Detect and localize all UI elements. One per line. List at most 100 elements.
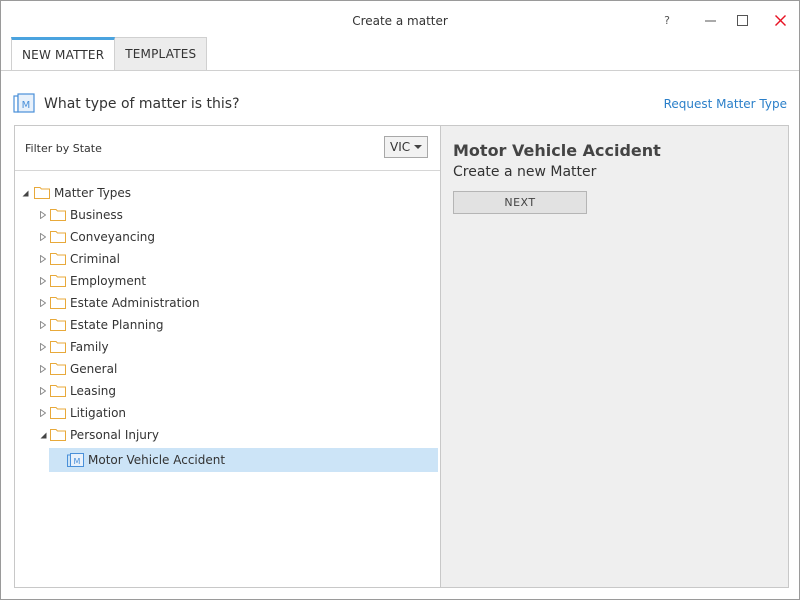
detail-title: Motor Vehicle Accident — [453, 141, 661, 160]
collapsed-arrow-icon — [40, 365, 46, 373]
tree-expander[interactable] — [39, 409, 47, 417]
detail-subtitle: Create a new Matter — [453, 164, 597, 180]
tree-item-label: General — [70, 362, 118, 376]
tree-item[interactable]: Estate Planning — [15, 314, 440, 336]
tree-expander[interactable] — [39, 211, 47, 219]
collapsed-arrow-icon — [40, 321, 46, 329]
chevron-down-icon — [414, 145, 422, 149]
maximize-button[interactable] — [727, 7, 757, 33]
tree-expander[interactable] — [39, 321, 47, 329]
filter-row: Filter by State VIC — [15, 126, 440, 171]
tree-root-matter-types[interactable]: Matter Types — [15, 182, 440, 204]
tree-expander[interactable] — [39, 387, 47, 395]
folder-icon-wrap — [50, 230, 66, 243]
tree-item-label: Estate Administration — [70, 296, 200, 310]
tree-expander[interactable] — [21, 189, 29, 197]
tree-item[interactable]: Personal Injury — [15, 424, 440, 446]
expanded-arrow-icon — [22, 190, 28, 196]
tree-expander[interactable] — [39, 299, 47, 307]
next-button[interactable]: NEXT — [453, 191, 587, 214]
matter-type-tree: Matter Types Business Conveyancing Criminal… — [15, 182, 440, 472]
folder-icon-wrap — [50, 252, 66, 265]
tree-item[interactable]: Family — [15, 336, 440, 358]
folder-icon — [50, 341, 66, 353]
help-button[interactable]: ? — [652, 7, 682, 33]
folder-icon — [34, 187, 50, 199]
detail-panel: Motor Vehicle Accident Create a new Matt… — [440, 125, 789, 588]
tree-item[interactable]: Conveyancing — [15, 226, 440, 248]
folder-icon — [50, 297, 66, 309]
tree-item[interactable]: Employment — [15, 270, 440, 292]
tree-expander[interactable] — [39, 431, 47, 439]
matter-type-panel: Filter by State VIC Matter Types Business… — [14, 125, 441, 588]
folder-icon — [50, 253, 66, 265]
tree-expander[interactable] — [39, 277, 47, 285]
tree-item-label: Litigation — [70, 406, 127, 420]
collapsed-arrow-icon — [40, 255, 46, 263]
tree-item-label: Business — [70, 208, 123, 222]
folder-icon — [50, 319, 66, 331]
close-icon — [774, 14, 786, 26]
svg-text:M: M — [74, 457, 81, 466]
close-button[interactable] — [765, 7, 795, 33]
folder-icon-wrap — [50, 208, 66, 221]
tree-item-label: Conveyancing — [70, 230, 156, 244]
folder-icon — [50, 275, 66, 287]
tree-expander[interactable] — [39, 255, 47, 263]
expanded-arrow-icon — [40, 432, 46, 438]
tree-expander[interactable] — [39, 365, 47, 373]
folder-icon-wrap — [50, 274, 66, 287]
tree-item[interactable]: Estate Administration — [15, 292, 440, 314]
tree-item[interactable]: Criminal — [15, 248, 440, 270]
svg-text:M: M — [22, 100, 31, 111]
tree-item-label: Matter Types — [54, 186, 132, 200]
folder-icon-wrap — [50, 296, 66, 309]
request-matter-type-link[interactable]: Request Matter Type — [664, 97, 787, 111]
tree-item-label: Leasing — [70, 384, 117, 398]
collapsed-arrow-icon — [40, 343, 46, 351]
tab-new-matter[interactable]: NEW MATTER — [11, 37, 116, 70]
tree-item[interactable]: General — [15, 358, 440, 380]
tree-expander[interactable] — [39, 233, 47, 241]
collapsed-arrow-icon — [40, 409, 46, 417]
tree-item[interactable]: Leasing — [15, 380, 440, 402]
tree-item[interactable]: Business — [15, 204, 440, 226]
tree-item-label: Estate Planning — [70, 318, 164, 332]
folder-icon — [50, 209, 66, 221]
create-matter-dialog: Create a matter ? NEW MATTER TEMPLATES M… — [0, 0, 800, 600]
collapsed-arrow-icon — [40, 277, 46, 285]
folder-icon-wrap — [50, 340, 66, 353]
folder-icon — [50, 363, 66, 375]
filter-label: Filter by State — [25, 142, 102, 155]
tab-templates[interactable]: TEMPLATES — [114, 37, 208, 70]
tree-item-selected[interactable]: M Motor Vehicle Accident — [49, 448, 438, 472]
tree-item-label: Family — [70, 340, 109, 354]
matter-icon: M — [67, 453, 84, 467]
tab-divider — [1, 70, 799, 71]
collapsed-arrow-icon — [40, 233, 46, 241]
matter-icon: M — [13, 93, 35, 113]
tree-item-label: Motor Vehicle Accident — [88, 453, 226, 467]
folder-icon-wrap — [50, 362, 66, 375]
tab-strip: NEW MATTER TEMPLATES — [11, 37, 208, 71]
folder-icon — [50, 429, 66, 441]
matter-icon-wrap: M — [67, 453, 84, 467]
tree-item[interactable]: Litigation — [15, 402, 440, 424]
tree-expander[interactable] — [39, 343, 47, 351]
folder-icon-wrap — [50, 406, 66, 419]
folder-icon — [50, 407, 66, 419]
folder-icon-wrap — [50, 318, 66, 331]
minimize-icon — [704, 20, 716, 21]
minimize-button[interactable] — [695, 7, 725, 33]
state-select-value: VIC — [390, 140, 411, 154]
collapsed-arrow-icon — [40, 299, 46, 307]
folder-icon — [50, 231, 66, 243]
folder-icon-wrap — [34, 186, 50, 199]
tree-item-label: Criminal — [70, 252, 120, 266]
folder-icon-wrap — [50, 384, 66, 397]
state-select[interactable]: VIC — [384, 136, 428, 158]
page-question: What type of matter is this? — [44, 96, 240, 112]
tree-item-label: Personal Injury — [70, 428, 159, 442]
tree-item-label: Employment — [70, 274, 147, 288]
collapsed-arrow-icon — [40, 211, 46, 219]
